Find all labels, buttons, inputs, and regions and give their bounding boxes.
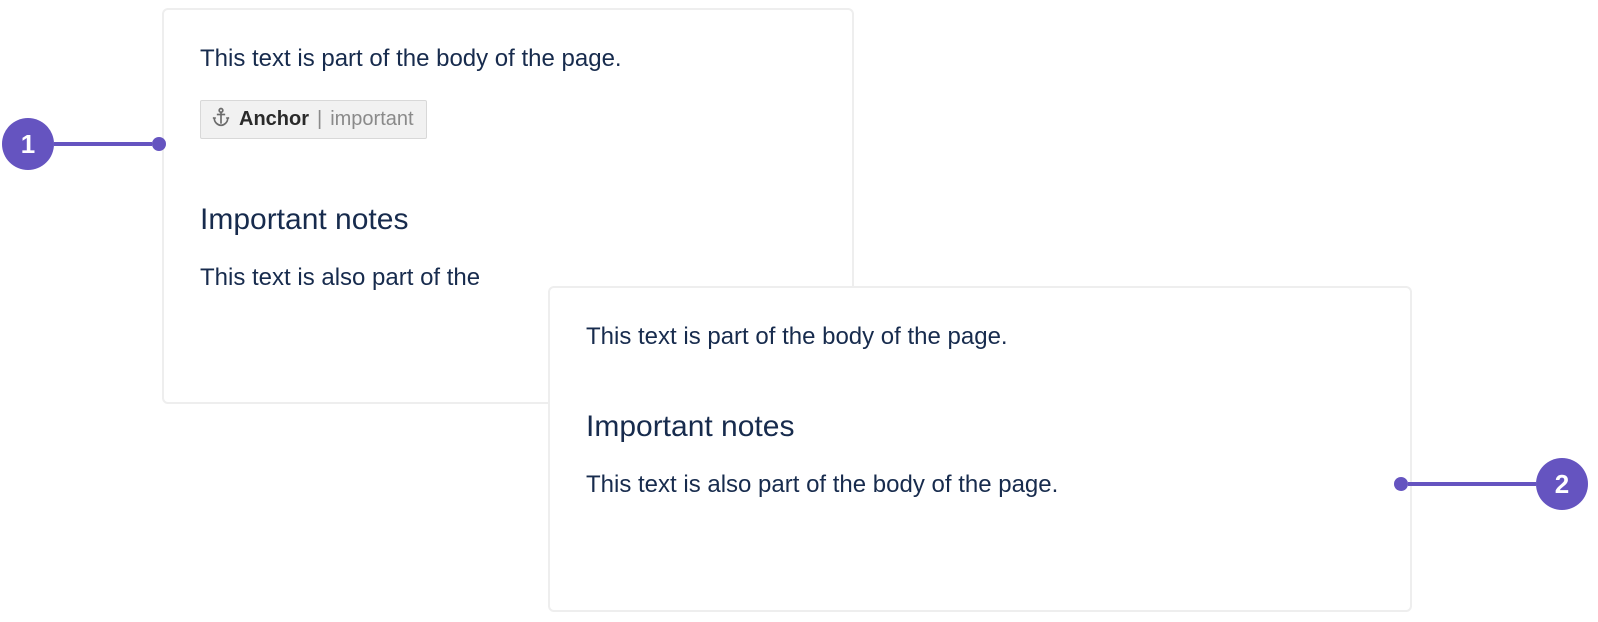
callout-badge-1: 1	[2, 118, 54, 170]
anchor-icon	[211, 107, 231, 132]
callout-marker-2: 2	[1394, 458, 1588, 510]
editor-panel-2: This text is part of the body of the pag…	[548, 286, 1412, 612]
callout-endcap-2	[1394, 477, 1408, 491]
callout-line-1	[54, 142, 152, 146]
body-text-top-1: This text is part of the body of the pag…	[200, 42, 816, 76]
heading-important-notes-1: Important notes	[200, 203, 816, 237]
anchor-macro[interactable]: Anchor | important	[200, 100, 427, 139]
body-text-bottom-2: This text is also part of the body of th…	[586, 468, 1374, 502]
body-text-top-2: This text is part of the body of the pag…	[586, 320, 1374, 354]
callout-marker-1: 1	[2, 118, 166, 170]
heading-important-notes-2: Important notes	[586, 410, 1374, 444]
anchor-macro-name: important	[330, 108, 413, 131]
anchor-macro-label: Anchor	[239, 108, 309, 131]
anchor-macro-separator: |	[317, 108, 322, 131]
callout-badge-2: 2	[1536, 458, 1588, 510]
callout-endcap-1	[152, 137, 166, 151]
callout-line-2	[1408, 482, 1536, 486]
